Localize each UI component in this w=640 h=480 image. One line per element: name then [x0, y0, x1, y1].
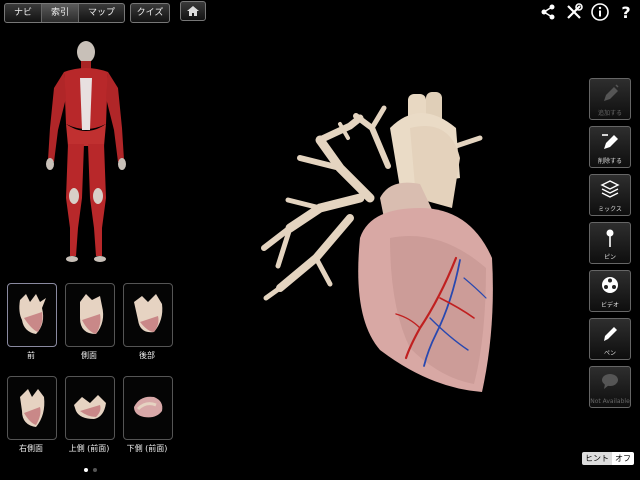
- info-icon: [591, 3, 609, 21]
- view-inferior-thumbnail[interactable]: [123, 376, 173, 440]
- tool-label: ピン: [603, 254, 616, 261]
- view-lateral-thumbnail[interactable]: [65, 283, 115, 347]
- info-button[interactable]: [590, 2, 610, 22]
- view-posterior-thumbnail[interactable]: [123, 283, 173, 347]
- pin-tool-button[interactable]: ピン: [589, 222, 631, 264]
- pen-tool-button[interactable]: ペン: [589, 318, 631, 360]
- share-button[interactable]: [538, 2, 558, 22]
- add-pen-icon: [604, 84, 619, 101]
- comment-tool-button[interactable]: Not Available: [589, 366, 631, 408]
- tools-button[interactable]: [564, 2, 584, 22]
- page-dot: [93, 468, 97, 472]
- help-icon: ?: [621, 3, 630, 22]
- remove-tool-button[interactable]: 削除する: [589, 126, 631, 168]
- tool-label: Not Available: [590, 398, 630, 405]
- add-tool-button[interactable]: 追加する: [589, 78, 631, 120]
- view-right-lateral-thumbnail[interactable]: [7, 376, 57, 440]
- home-button[interactable]: [180, 1, 206, 21]
- hint-label: ヒント: [582, 452, 612, 465]
- heart-thumbnail-icon: [80, 294, 104, 334]
- tab-map[interactable]: マップ: [79, 4, 124, 22]
- page-indicator[interactable]: [84, 468, 97, 472]
- view-superior-thumbnail[interactable]: [65, 376, 115, 440]
- remove-pen-icon: [602, 134, 618, 149]
- speech-bubble-icon: [602, 374, 618, 389]
- tools-icon: [567, 3, 583, 19]
- video-tool-button[interactable]: ビデオ: [589, 270, 631, 312]
- tab-navi[interactable]: ナビ: [5, 4, 43, 22]
- heart-thumbnail-icon: [134, 294, 163, 333]
- view-anterior-thumbnail[interactable]: [7, 283, 57, 347]
- view-label: 下側 (前面): [126, 444, 168, 453]
- page-dot: [84, 468, 88, 472]
- mix-tool-button[interactable]: ミックス: [589, 174, 631, 216]
- hint-toggle[interactable]: ヒント オフ: [582, 452, 634, 465]
- tool-label: 削除する: [597, 158, 622, 165]
- tool-label: ミックス: [598, 206, 622, 213]
- svg-text:?: ?: [621, 3, 630, 22]
- heart-thumbnail-icon: [19, 294, 46, 334]
- quiz-button[interactable]: クイズ: [130, 3, 170, 23]
- tab-index[interactable]: 索引: [42, 4, 80, 22]
- body-muscle-figure[interactable]: [42, 38, 130, 264]
- video-reel-icon: [602, 277, 618, 293]
- hint-state: オフ: [612, 452, 634, 465]
- heart-3d-model[interactable]: [260, 88, 510, 400]
- share-icon: [541, 4, 555, 20]
- heart-thumbnail-icon: [74, 395, 106, 419]
- pin-icon: [606, 229, 614, 247]
- heart-thumbnail-icon: [134, 396, 163, 418]
- tool-label: ペン: [603, 350, 616, 357]
- help-button[interactable]: ?: [616, 2, 636, 22]
- tool-label: ビデオ: [600, 302, 619, 309]
- tool-label: 追加する: [597, 110, 622, 117]
- pen-icon: [604, 327, 617, 341]
- navigation-tabs: ナビ 索引 マップ: [4, 3, 126, 23]
- heart-thumbnail-icon: [20, 389, 45, 427]
- view-label: 後部: [139, 351, 155, 360]
- home-icon: [187, 6, 199, 16]
- layers-icon: [600, 180, 620, 198]
